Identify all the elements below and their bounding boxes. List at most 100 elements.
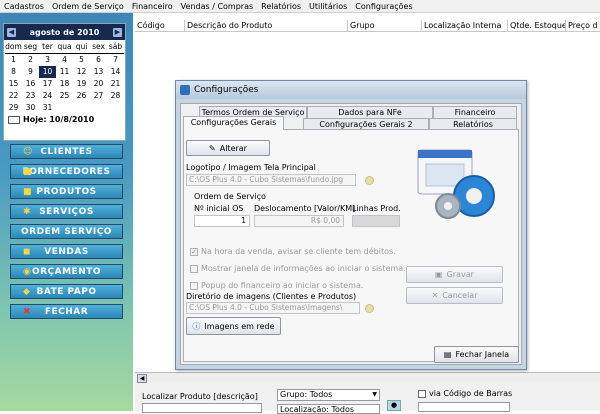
calendar-day <box>73 102 90 114</box>
col-grupo[interactable]: Grupo <box>348 20 422 31</box>
calendar-day[interactable]: 19 <box>73 78 90 90</box>
calendar-day[interactable]: 8 <box>5 66 22 78</box>
cancelar-button[interactable]: ✕ Cancelar <box>406 287 503 304</box>
menu-utilitarios[interactable]: Utilitários <box>309 2 347 11</box>
cancel-icon: ✕ <box>431 291 439 300</box>
calendar-day[interactable]: 6 <box>90 54 107 66</box>
orcamento-button[interactable]: ◉ ORÇAMENTO <box>10 264 123 279</box>
deslocamento-input[interactable]: R$ 0,00 <box>254 215 344 227</box>
calendar-day[interactable]: 12 <box>73 66 90 78</box>
calendar-day[interactable]: 3 <box>39 54 56 66</box>
linhas-prod-input[interactable] <box>352 215 400 227</box>
calendar-day[interactable]: 23 <box>22 90 39 102</box>
logo-path-field[interactable]: C:\OS Plus 4.0 - Cubo Sistemas\fundo.jpg <box>186 174 356 186</box>
bate-papo-button[interactable]: ◆ BATE PAPO <box>10 284 123 299</box>
calendar-day[interactable]: 7 <box>107 54 124 66</box>
grupo-select[interactable]: Grupo: Todos <box>277 389 380 401</box>
calendar-day[interactable]: 26 <box>73 90 90 102</box>
checkmark-icon: ✓ <box>190 247 198 256</box>
calendar-day[interactable]: 11 <box>56 66 73 78</box>
calendar-day[interactable]: 17 <box>39 78 56 90</box>
calendar-day[interactable]: 13 <box>90 66 107 78</box>
menu-financeiro[interactable]: Financeiro <box>132 2 173 11</box>
col-codigo[interactable]: Código <box>135 20 185 31</box>
menu-vendas-compras[interactable]: Vendas / Compras <box>181 2 253 11</box>
col-preco[interactable]: Preço d <box>566 20 600 31</box>
col-localizacao[interactable]: Localização Interna <box>422 20 508 31</box>
diretorio-path-field[interactable]: C:\OS Plus 4.0 - Cubo Sistemas\Imagens\ <box>186 302 360 314</box>
folder-icon[interactable] <box>365 304 374 313</box>
weekday-label: sáb <box>107 41 124 54</box>
menu-relatorios[interactable]: Relatórios <box>261 2 301 11</box>
alterar-button[interactable]: ✎ Alterar <box>186 140 270 156</box>
calendar-day[interactable]: 22 <box>5 90 22 102</box>
close-window-icon: ▤ <box>443 350 452 359</box>
calendar-today[interactable]: Hoje: 10/8/2010 <box>4 115 125 124</box>
next-month-icon[interactable]: ▶ <box>112 27 122 37</box>
fechar-janela-button[interactable]: ▤ Fechar Janela <box>434 346 519 363</box>
clientes-button[interactable]: ☺ CLIENTES <box>10 144 123 159</box>
janela-info-checkbox[interactable]: Mostrar janela de informações ao iniciar… <box>190 264 406 273</box>
calendar-day-selected[interactable]: 10 <box>39 66 56 78</box>
tab-dados-nfe[interactable]: Dados para NFe <box>307 106 433 118</box>
calendar-day[interactable]: 2 <box>22 54 39 66</box>
menu-cadastros[interactable]: Cadastros <box>4 2 44 11</box>
calendar-day[interactable]: 4 <box>56 54 73 66</box>
calendar-day <box>56 102 73 114</box>
col-estoque[interactable]: Qtde. Estoque <box>508 20 566 31</box>
gravar-button[interactable]: ▣ Gravar <box>406 266 503 283</box>
folder-icon[interactable] <box>365 176 374 185</box>
calendar-day[interactable]: 15 <box>5 78 22 90</box>
calendar-day[interactable]: 16 <box>22 78 39 90</box>
janela-info-label: Mostrar janela de informações ao iniciar… <box>201 264 406 273</box>
calendar-day[interactable]: 21 <box>107 78 124 90</box>
calendar-day[interactable]: 25 <box>56 90 73 102</box>
calendar-day[interactable]: 29 <box>5 102 22 114</box>
calendar-day[interactable]: 28 <box>107 90 124 102</box>
imagens-rede-label: Imagens em rede <box>204 321 275 331</box>
calendar-day[interactable]: 18 <box>56 78 73 90</box>
today-marker <box>8 115 20 124</box>
aviso-debito-checkbox[interactable]: ✓ Na hora da venda, avisar se cliente te… <box>190 247 396 256</box>
calendar-day[interactable]: 31 <box>39 102 56 114</box>
search-icon[interactable]: ● <box>387 400 401 411</box>
product-grid-header: Código Descrição do Produto Grupo Locali… <box>135 20 600 32</box>
menu-configuracoes[interactable]: Configurações <box>355 2 412 11</box>
clientes-label: CLIENTES <box>40 146 93 157</box>
calendar-day[interactable]: 1 <box>5 54 22 66</box>
document-icon: ◉ <box>23 266 32 277</box>
ordem-servico-button[interactable]: ORDEM SERVIÇO <box>10 224 123 239</box>
popup-financeiro-checkbox[interactable]: Popup do financeiro ao iniciar o sistema… <box>190 281 363 290</box>
menu-ordem-servico[interactable]: Ordem de Serviço <box>52 2 124 11</box>
horizontal-scrollbar[interactable]: ◀ <box>135 372 600 383</box>
tab-financeiro[interactable]: Financeiro <box>433 106 517 118</box>
os-group-label: Ordem de Serviço <box>194 192 266 201</box>
calendar-day[interactable]: 30 <box>22 102 39 114</box>
codigo-barras-checkbox[interactable]: via Código de Barras <box>418 389 512 398</box>
calendar-day[interactable]: 5 <box>73 54 90 66</box>
localizar-input[interactable] <box>142 403 262 413</box>
tab-configuracoes-gerais[interactable]: Configurações Gerais <box>183 116 284 130</box>
scroll-left-icon[interactable]: ◀ <box>137 374 147 383</box>
vendas-button[interactable]: ◼ VENDAS <box>10 244 123 259</box>
prev-month-icon[interactable]: ◀ <box>7 27 16 37</box>
inicial-os-input[interactable]: 1 <box>194 215 250 227</box>
col-descricao[interactable]: Descrição do Produto <box>185 20 348 31</box>
config-illustration <box>414 144 502 228</box>
orcamento-label: ORÇAMENTO <box>31 266 102 277</box>
dialog-titlebar[interactable]: Configurações <box>176 81 526 99</box>
produtos-button[interactable]: ■ PRODUTOS <box>10 184 123 199</box>
localizacao-select[interactable]: Localização: Todos <box>277 404 380 414</box>
codigo-barras-label: via Código de Barras <box>429 389 513 398</box>
servicos-button[interactable]: ✱ SERVIÇOS <box>10 204 123 219</box>
calendar-day[interactable]: 9 <box>22 66 39 78</box>
fechar-button[interactable]: ✖ FECHAR <box>10 304 123 319</box>
imagens-rede-button[interactable]: ⓘ Imagens em rede <box>186 317 281 335</box>
calendar-day[interactable]: 20 <box>90 78 107 90</box>
app-icon <box>180 85 190 95</box>
calendar-day[interactable]: 27 <box>90 90 107 102</box>
calendar-day[interactable]: 14 <box>107 66 124 78</box>
calendar-day[interactable]: 24 <box>39 90 56 102</box>
fornecedores-button[interactable]: ■ FORNECEDORES <box>10 164 123 179</box>
tools-icon: ✱ <box>23 206 32 217</box>
